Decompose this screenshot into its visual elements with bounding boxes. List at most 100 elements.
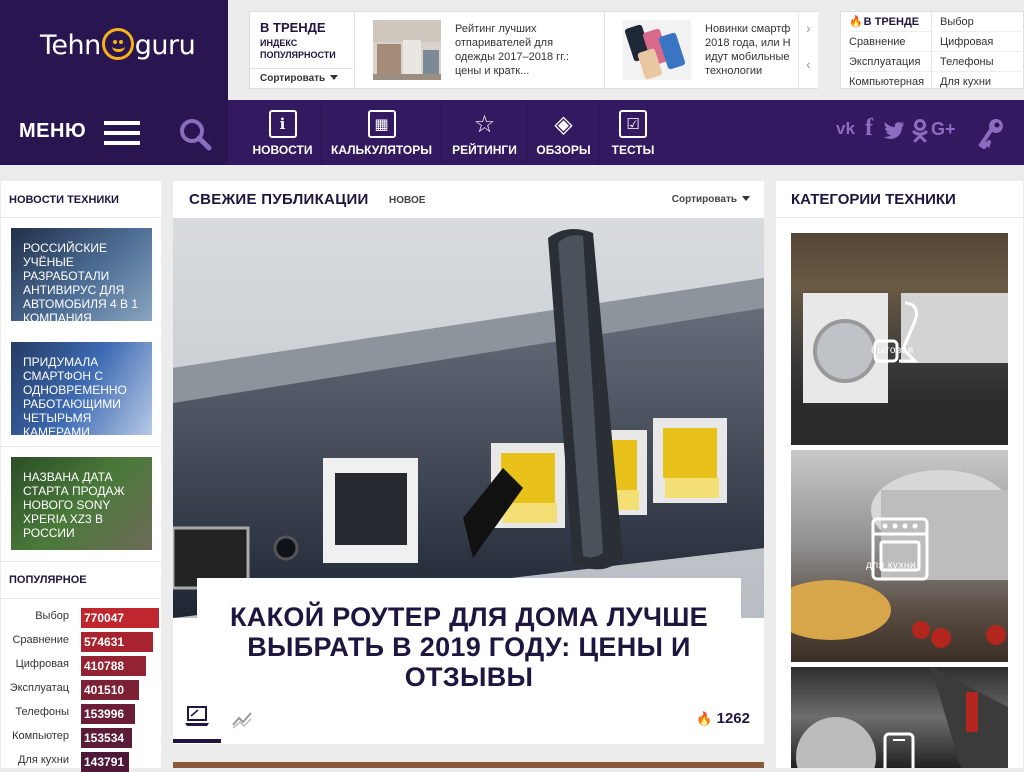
divider: [1, 561, 161, 562]
trend-tags-title-text: В ТРЕНДЕ: [863, 16, 920, 28]
odnoklassniki-icon[interactable]: [911, 119, 929, 143]
fire-icon: 🔥: [696, 711, 713, 726]
facebook-icon[interactable]: f: [865, 115, 873, 142]
news-item-text: ПРИДУМАЛА СМАРТФОН С ОДНОВРЕМЕННО РАБОТА…: [23, 355, 127, 435]
nav-item-label: ТЕСТЫ: [611, 143, 655, 157]
calculator-icon: ▦: [367, 110, 396, 138]
star-icon: ☆: [473, 110, 496, 138]
nav-item-label: РЕЙТИНГИ: [452, 143, 517, 157]
popular-item-label[interactable]: Компьютер: [1, 730, 69, 742]
fire-icon: 🔥: [849, 16, 863, 28]
category-tile-household[interactable]: бытовая: [791, 233, 1008, 445]
popular-item-bar[interactable]: 574631: [81, 632, 153, 652]
google-plus-icon[interactable]: G+: [931, 119, 956, 140]
nav-item-label: НОВОСТИ: [252, 143, 313, 157]
trend-tag[interactable]: Телефоны: [940, 52, 1024, 72]
trend-tags-title: 🔥 В ТРЕНДЕ: [849, 12, 933, 32]
categories-title: КАТЕГОРИИ ТЕХНИКИ: [791, 191, 956, 208]
main-section-title: СВЕЖИЕ ПУБЛИКАЦИИ: [189, 191, 369, 208]
nav-item-label: КАЛЬКУЛЯТОРЫ: [331, 143, 432, 157]
key-icon[interactable]: [978, 117, 1006, 149]
divider: [931, 12, 932, 90]
search-icon[interactable]: [178, 117, 212, 151]
trend-card-text: Новинки смартф 2018 года, или Н идут моб…: [705, 23, 791, 77]
popular-item-label[interactable]: Выбор: [1, 610, 69, 622]
trend-subtitle: ИНДЕКС ПОПУЛЯРНОСТИ: [260, 38, 336, 60]
category-label: для кухни: [866, 560, 916, 571]
vk-icon[interactable]: vk: [836, 119, 855, 139]
popular-item-label[interactable]: Телефоны: [1, 706, 69, 718]
popular-item-bar[interactable]: 770047: [81, 608, 159, 628]
news-section-title: НОВОСТИ ТЕХНИКИ: [9, 194, 119, 206]
steamer-thumbnail: [373, 20, 441, 80]
popular-item-bar[interactable]: 143791: [81, 752, 129, 772]
trend-sort-button[interactable]: Сортировать: [250, 68, 353, 88]
popular-item-bar[interactable]: 410788: [81, 656, 146, 676]
trend-tag[interactable]: Компьютерная: [849, 72, 939, 92]
nav-item-reviews[interactable]: ◈ ОБЗОРЫ: [528, 100, 600, 165]
divider: [776, 217, 1023, 218]
checkbox-icon: ☑: [619, 110, 647, 138]
main-content: СВЕЖИЕ ПУБЛИКАЦИИ НОВОЕ Сортировать КАКО…: [173, 181, 764, 744]
chevron-down-icon: [742, 196, 750, 201]
nav-item-news[interactable]: i НОВОСТИ: [245, 100, 321, 165]
popular-item-label[interactable]: Сравнение: [1, 634, 69, 646]
popular-item-label[interactable]: Для кухни: [1, 754, 69, 766]
popular-item-bar[interactable]: 401510: [81, 680, 139, 700]
next-article-preview[interactable]: [173, 762, 764, 768]
right-sidebar: КАТЕГОРИИ ТЕХНИКИ бытовая для кухни: [776, 181, 1023, 768]
article-headline[interactable]: КАКОЙ РОУТЕР ДЛЯ ДОМА ЛУЧШЕ ВЫБРАТЬ В 20…: [197, 602, 741, 692]
main-sort-label: Сортировать: [671, 194, 737, 205]
trend-chart-icon[interactable]: [231, 709, 253, 729]
site-logo[interactable]: Tehn guru: [40, 28, 196, 61]
news-item[interactable]: НАЗВАНА ДАТА СТАРТА ПРОДАЖ НОВОГО SONY X…: [11, 457, 152, 550]
news-item-text: НАЗВАНА ДАТА СТАРТА ПРОДАЖ НОВОГО SONY X…: [23, 470, 125, 540]
main-sort-button[interactable]: Сортировать: [672, 194, 750, 205]
popular-list: Выбор 770047 Сравнение 574631 Цифровая 410788…: [1, 608, 161, 772]
trend-tag[interactable]: Цифровая: [940, 32, 1024, 52]
article-caption[interactable]: КАКОЙ РОУТЕР ДЛЯ ДОМА ЛУЧШЕ ВЫБРАТЬ В 20…: [197, 578, 741, 698]
trend-card[interactable]: Новинки смартф 2018 года, или Н идут моб…: [604, 12, 818, 88]
news-item[interactable]: РОССИЙСКИЕ УЧЁНЫЕ РАЗРАБОТАЛИ АНТИВИРУС …: [11, 228, 152, 321]
trend-heading: В ТРЕНДЕ ИНДЕКС ПОПУЛЯРНОСТИ: [260, 20, 350, 61]
category-tile-kitchen[interactable]: для кухни: [791, 450, 1008, 662]
trend-card-text: Рейтинг лучших отпаривателей для одежды …: [455, 23, 569, 77]
chevron-right-icon[interactable]: ›: [799, 20, 818, 36]
category-tile-phones[interactable]: [791, 667, 1008, 768]
hamburger-icon[interactable]: [104, 121, 140, 145]
popular-item-bar[interactable]: 153996: [81, 704, 135, 724]
trend-panel: В ТРЕНДЕ ИНДЕКС ПОПУЛЯРНОСТИ Сортировать…: [249, 11, 818, 89]
vacuum-cleaner-icon: [873, 301, 919, 363]
trend-tag[interactable]: Эксплуатация: [849, 52, 939, 72]
trend-card[interactable]: Рейтинг лучших отпаривателей для одежды …: [354, 12, 604, 88]
trend-tag[interactable]: Сравнение: [849, 32, 939, 52]
laptop-icon[interactable]: [183, 704, 211, 728]
logo-face-icon: [101, 28, 134, 60]
divider: [1, 598, 161, 599]
nav-item-ratings[interactable]: ☆ РЕЙТИНГИ: [443, 100, 527, 165]
popular-item-label[interactable]: Эксплуатац: [1, 682, 69, 694]
chevron-left-icon[interactable]: ‹: [799, 56, 818, 72]
views-count: 1262: [716, 710, 750, 727]
nav-item-tests[interactable]: ☑ ТЕСТЫ: [601, 100, 665, 165]
router-hero-image[interactable]: [173, 218, 764, 618]
trend-tag[interactable]: Для кухни: [940, 72, 1024, 92]
nav-item-calculators[interactable]: ▦ КАЛЬКУЛЯТОРЫ: [322, 100, 442, 165]
twitter-icon[interactable]: [882, 121, 908, 141]
phones-thumbnail: [623, 20, 691, 80]
popular-section-title: ПОПУЛЯРНОЕ: [9, 574, 87, 586]
layers-icon: ◈: [554, 110, 573, 138]
views-counter: 🔥 1262: [696, 710, 750, 727]
chevron-down-icon: [330, 75, 339, 80]
popular-item-bar[interactable]: 153534: [81, 728, 132, 748]
trend-sort-label: Сортировать: [260, 73, 326, 84]
menu-label[interactable]: МЕНЮ: [19, 120, 86, 143]
news-item[interactable]: ПРИДУМАЛА СМАРТФОН С ОДНОВРЕМЕННО РАБОТА…: [11, 342, 152, 435]
popular-item-label[interactable]: Цифровая: [1, 658, 69, 670]
nav-item-label: ОБЗОРЫ: [536, 143, 591, 157]
trend-tag[interactable]: Выбор: [940, 12, 1024, 32]
logo-text-right: guru: [134, 30, 196, 61]
filter-new-tab[interactable]: НОВОЕ: [389, 195, 425, 206]
active-tab-indicator: [173, 739, 221, 743]
trend-arrows: › ‹: [798, 12, 818, 88]
